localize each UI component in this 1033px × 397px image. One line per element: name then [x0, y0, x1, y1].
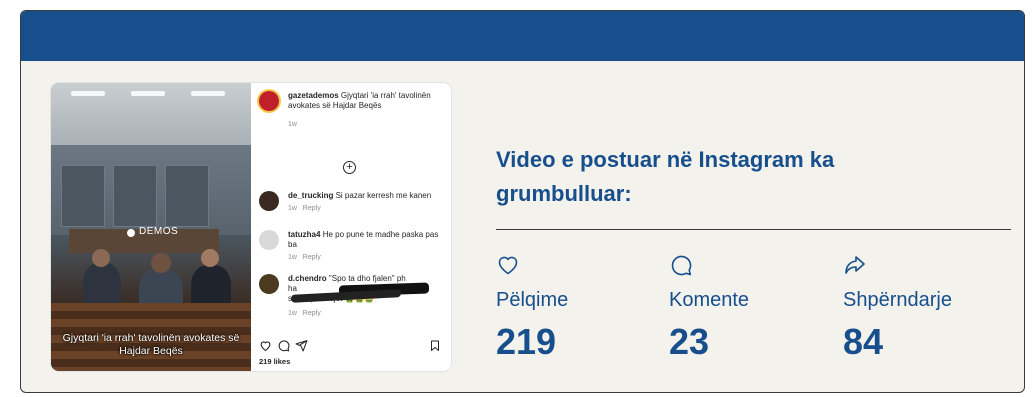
author-avatar[interactable]	[259, 91, 279, 111]
comment-time: 1w	[288, 205, 297, 212]
heart-icon	[498, 256, 518, 275]
stat-label: Pëlqime	[496, 289, 569, 311]
spectator-head	[151, 253, 171, 273]
spectator-head	[201, 249, 219, 267]
divider-line	[496, 229, 1011, 230]
stat-label: Shpërndarje	[843, 289, 952, 311]
ceiling-light	[191, 91, 225, 96]
comments-panel: gazetademos Gjyqtari 'ia rrah' tavolinën…	[251, 83, 451, 371]
commenter-username[interactable]: d.chendro	[288, 274, 327, 283]
author-username[interactable]: gazetademos	[288, 91, 339, 100]
load-more-comments-icon[interactable]: +	[343, 161, 356, 174]
bookmark-icon[interactable]	[429, 339, 441, 352]
video-caption: Gjyqtari 'ia rrah' tavolinën avokates së…	[62, 332, 240, 357]
commenter-avatar[interactable]	[259, 230, 279, 250]
video-watermark: DEMOS	[139, 226, 179, 237]
like-icon[interactable]	[259, 339, 272, 352]
comment-time: 1w	[288, 254, 297, 261]
stat-value: 23	[669, 321, 710, 362]
comment-text: "Spo ta dho fjalen" ph	[328, 274, 406, 283]
ceiling-light	[131, 91, 165, 96]
post-actions	[259, 339, 443, 353]
caption-time: 1w	[288, 121, 297, 128]
stat-value: 219	[496, 321, 557, 362]
wall-panel	[165, 165, 209, 227]
stat-value: 84	[843, 321, 884, 362]
commenter-avatar[interactable]	[259, 191, 279, 211]
comment-time: 1w	[288, 310, 297, 317]
commenter-username[interactable]: de_trucking	[288, 191, 333, 200]
commenter-username[interactable]: tatuzha4	[288, 230, 320, 239]
video-frame: DEMOS Gjyqtari 'ia rrah' tavolinën avoka…	[51, 83, 251, 371]
headline: Video e postuar në Instagram ka grumbull…	[496, 147, 835, 206]
card-header-bar	[21, 11, 1024, 61]
reply-link[interactable]: Reply	[303, 310, 321, 317]
comment-text-line: ha	[288, 284, 297, 293]
commenter-avatar[interactable]	[259, 274, 279, 294]
likes-count: 219 likes	[259, 357, 291, 366]
demos-logo-icon	[127, 229, 135, 237]
share-icon	[845, 256, 865, 274]
comment-icon	[671, 255, 692, 276]
instagram-post-screenshot: DEMOS Gjyqtari 'ia rrah' tavolinën avoka…	[51, 83, 451, 371]
comment-text: Si pazar kerresh me kanen	[335, 191, 432, 200]
stat-label: Komente	[669, 289, 750, 311]
send-icon[interactable]	[295, 339, 308, 352]
reply-link[interactable]: Reply	[303, 254, 321, 261]
wall-panel	[61, 165, 105, 227]
spectator-head	[92, 249, 110, 267]
comment-icon[interactable]	[277, 339, 290, 352]
stats-card: DEMOS Gjyqtari 'ia rrah' tavolinën avoka…	[20, 10, 1025, 393]
ceiling-light	[71, 91, 105, 96]
reply-link[interactable]: Reply	[303, 205, 321, 212]
wall-panel	[113, 165, 157, 227]
